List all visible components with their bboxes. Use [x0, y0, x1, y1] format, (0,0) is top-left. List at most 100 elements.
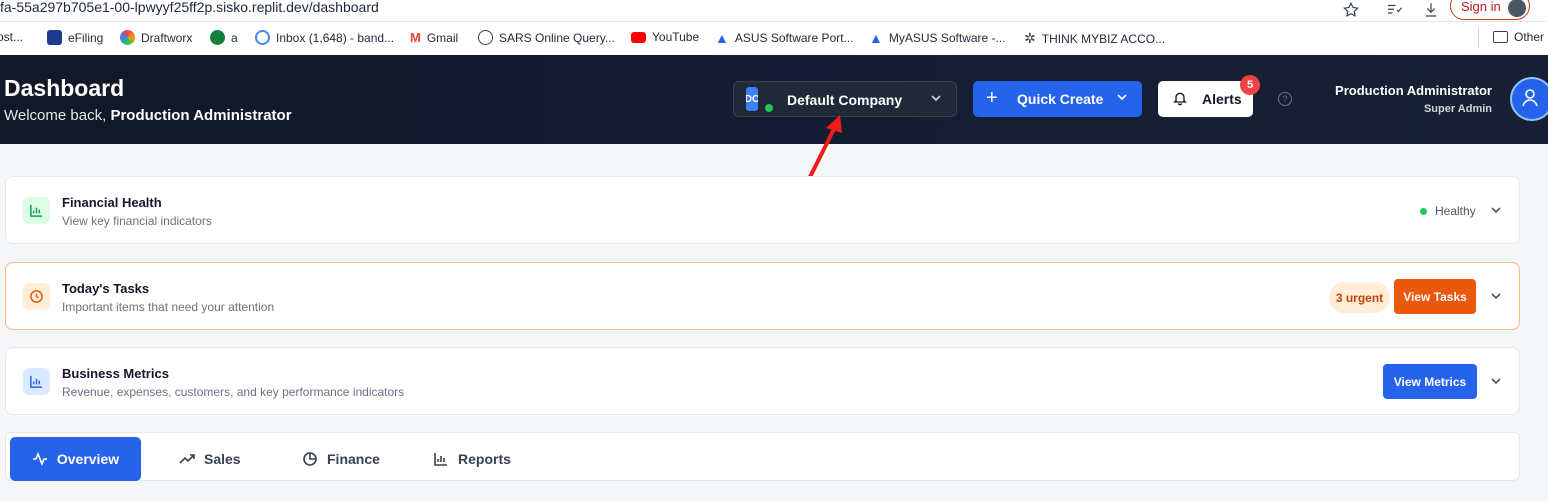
bar-chart-icon: [23, 368, 50, 395]
bookmark-label: Inbox (1,648) - band...: [276, 30, 395, 45]
tab-label: Sales: [204, 451, 241, 467]
asus-icon: ▲: [715, 30, 729, 46]
trending-up-icon: [179, 454, 195, 464]
card-subtitle: Important items that need your attention: [62, 300, 275, 314]
alerts-label: Alerts: [1202, 91, 1242, 107]
business-metrics-card[interactable]: Business Metrics Revenue, expenses, cust…: [5, 347, 1520, 415]
bookmark-item[interactable]: ost...: [0, 30, 23, 44]
tab-label: Reports: [458, 451, 511, 467]
clock-icon: [23, 283, 50, 310]
browser-chrome: fa-55a297b705e1-00-lpwyyf25ff2p.sisko.re…: [0, 0, 1548, 55]
tab-reports[interactable]: Reports: [433, 437, 511, 481]
status-dot: [1420, 208, 1427, 215]
bookmark-label: Gmail: [426, 30, 459, 45]
alerts-count-badge: 5: [1240, 75, 1260, 95]
welcome-name: Production Administrator: [110, 107, 292, 124]
tab-overview[interactable]: Overview: [10, 437, 141, 481]
user-name: Production Administrator: [1335, 83, 1492, 98]
bookmark-item[interactable]: M Gmail: [410, 30, 458, 45]
gmail-icon: M: [410, 30, 421, 45]
chevron-down-icon[interactable]: [1490, 290, 1502, 305]
app-header: Dashboard Welcome back, Production Admin…: [0, 55, 1548, 144]
bookmark-label: ost...: [0, 30, 24, 44]
tab-label: Finance: [327, 451, 380, 467]
asus-icon: ▲: [869, 30, 883, 46]
chevron-down-icon[interactable]: [1490, 204, 1502, 219]
profile-icon: [1508, 0, 1526, 17]
card-title: Financial Health: [62, 195, 162, 210]
quick-create-label: Quick Create: [1017, 91, 1104, 107]
bar-chart-icon: [434, 453, 447, 466]
page-title: Dashboard: [4, 75, 125, 101]
sign-in-label: Sign in: [1461, 0, 1501, 14]
bookmarks-divider: [1478, 28, 1479, 48]
help-icon[interactable]: ?: [1278, 92, 1292, 106]
address-bar[interactable]: fa-55a297b705e1-00-lpwyyf25ff2p.sisko.re…: [0, 0, 1548, 22]
reading-list-icon[interactable]: [1385, 0, 1403, 20]
bookmark-item[interactable]: Draftworx: [120, 30, 192, 45]
alerts-button[interactable]: Alerts: [1158, 81, 1253, 117]
bookmark-item[interactable]: YouTube: [631, 30, 699, 44]
user-role: Super Admin: [1423, 103, 1492, 115]
dashboard-tabs: Overview Sales Finance Reports: [5, 432, 1520, 481]
urgent-badge: 3 urgent: [1329, 282, 1390, 313]
bookmark-item[interactable]: eFiling: [47, 30, 103, 45]
url-text[interactable]: fa-55a297b705e1-00-lpwyyf25ff2p.sisko.re…: [0, 0, 379, 14]
chevron-down-icon[interactable]: [1490, 375, 1502, 390]
openai-icon: ✲: [1024, 30, 1036, 46]
bookmark-label: a: [231, 30, 238, 45]
chevron-down-icon: [930, 92, 942, 107]
draftworx-icon: [120, 30, 135, 45]
card-subtitle: View key financial indicators: [62, 214, 212, 228]
todays-tasks-card[interactable]: Today's Tasks Important items that need …: [5, 262, 1520, 330]
bookmark-label: Draftworx: [141, 30, 193, 45]
bookmarks-bar: ost... eFiling Draftworx a Inbox (1,648)…: [0, 22, 1548, 55]
bookmark-label: YouTube: [652, 30, 700, 44]
quick-create-button[interactable]: + Quick Create: [973, 81, 1142, 117]
card-title: Today's Tasks: [62, 281, 150, 296]
bookmark-label: MyASUS Software -...: [888, 31, 1006, 45]
other-bookmarks[interactable]: Other: [1493, 30, 1544, 44]
company-badge: DC: [746, 87, 758, 111]
activity-icon: [32, 451, 47, 467]
chevron-down-icon: [1116, 91, 1128, 106]
globe-green-icon: [210, 30, 225, 45]
star-icon[interactable]: [1342, 0, 1360, 20]
google-icon: [255, 30, 270, 45]
user-avatar[interactable]: [1510, 77, 1548, 121]
annotation-arrow: [808, 115, 842, 179]
sign-in-button[interactable]: Sign in: [1450, 0, 1530, 20]
bookmark-item[interactable]: a: [210, 30, 238, 45]
bookmark-label: SARS Online Query...: [499, 30, 615, 45]
bookmark-label: ASUS Software Port...: [734, 31, 854, 45]
company-status-dot: [765, 104, 773, 112]
bookmark-item[interactable]: ▲ ASUS Software Port...: [715, 30, 854, 46]
download-icon[interactable]: [1422, 0, 1440, 20]
welcome-message: Welcome back, Production Administrator: [4, 107, 292, 124]
youtube-icon: [631, 31, 646, 43]
bar-chart-icon: [23, 197, 50, 224]
bookmark-label: Other: [1514, 30, 1545, 44]
globe-icon: [478, 30, 493, 45]
status-label: Healthy: [1435, 204, 1476, 218]
tab-sales[interactable]: Sales: [179, 437, 241, 481]
welcome-prefix: Welcome back,: [4, 107, 107, 124]
bookmark-item[interactable]: ▲ MyASUS Software -...: [869, 30, 1006, 46]
bookmark-item[interactable]: SARS Online Query...: [478, 30, 615, 45]
bell-icon: [1172, 90, 1188, 109]
bookmark-item[interactable]: ✲ THINK MYBIZ ACCO...: [1024, 30, 1165, 47]
bookmark-label: THINK MYBIZ ACCO...: [1041, 31, 1166, 46]
view-tasks-button[interactable]: View Tasks: [1394, 279, 1476, 314]
user-icon: [1522, 89, 1538, 107]
plus-icon: +: [986, 87, 998, 109]
financial-health-card[interactable]: Financial Health View key financial indi…: [5, 176, 1520, 244]
tab-finance[interactable]: Finance: [302, 437, 380, 481]
pie-chart-icon: [303, 452, 317, 466]
card-subtitle: Revenue, expenses, customers, and key pe…: [62, 385, 405, 399]
efiling-icon: [47, 30, 62, 45]
view-metrics-button[interactable]: View Metrics: [1383, 364, 1477, 399]
folder-icon: [1493, 31, 1508, 43]
card-title: Business Metrics: [62, 366, 169, 381]
bookmark-label: eFiling: [68, 30, 104, 45]
bookmark-item[interactable]: Inbox (1,648) - band...: [255, 30, 394, 45]
